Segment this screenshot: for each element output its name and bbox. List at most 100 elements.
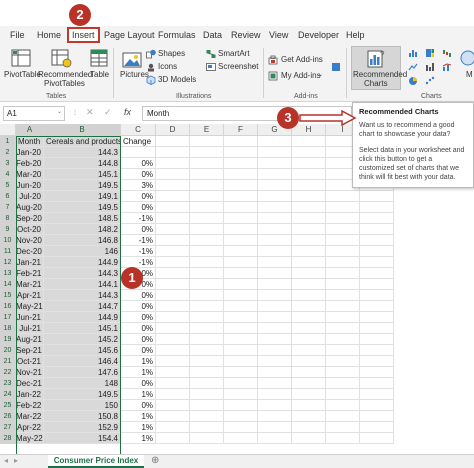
header-cell[interactable]: Month: [16, 136, 44, 147]
grid-cell[interactable]: [258, 367, 292, 378]
grid-cell[interactable]: [360, 235, 394, 246]
grid-cell[interactable]: [190, 422, 224, 433]
grid-cell[interactable]: [190, 235, 224, 246]
cpi-value-cell[interactable]: 145.1: [44, 169, 121, 180]
month-cell[interactable]: May-21: [16, 301, 44, 312]
row-header[interactable]: 22: [0, 367, 16, 378]
grid-cell[interactable]: [190, 147, 224, 158]
grid-cell[interactable]: [156, 400, 190, 411]
grid-cell[interactable]: [156, 389, 190, 400]
change-cell[interactable]: 0%: [121, 158, 156, 169]
change-cell[interactable]: 0%: [121, 224, 156, 235]
cpi-value-cell[interactable]: 145.6: [44, 345, 121, 356]
grid-cell[interactable]: [326, 367, 360, 378]
grid-cell[interactable]: [258, 389, 292, 400]
grid-cell[interactable]: [190, 411, 224, 422]
grid-cell[interactable]: [224, 301, 258, 312]
cpi-value-cell[interactable]: 154.4: [44, 433, 121, 444]
grid-cell[interactable]: [224, 400, 258, 411]
grid-cell[interactable]: [190, 213, 224, 224]
grid-cell[interactable]: [224, 312, 258, 323]
grid-cell[interactable]: [360, 257, 394, 268]
row-header[interactable]: 24: [0, 389, 16, 400]
grid-cell[interactable]: [326, 312, 360, 323]
grid-cell[interactable]: [258, 356, 292, 367]
grid-cell[interactable]: [360, 389, 394, 400]
month-cell[interactable]: Aug-21: [16, 334, 44, 345]
grid-cell[interactable]: [224, 202, 258, 213]
row-header[interactable]: 12: [0, 257, 16, 268]
recommended-charts-button[interactable]: ? Recommended Charts: [351, 46, 407, 90]
month-cell[interactable]: Mar-22: [16, 411, 44, 422]
month-cell[interactable]: Jul-20: [16, 191, 44, 202]
month-cell[interactable]: Oct-21: [16, 356, 44, 367]
grid-cell[interactable]: [360, 356, 394, 367]
row-header[interactable]: 21: [0, 356, 16, 367]
grid-cell[interactable]: [360, 323, 394, 334]
change-cell[interactable]: 0%: [121, 191, 156, 202]
grid-cell[interactable]: [190, 257, 224, 268]
grid-cell[interactable]: [190, 290, 224, 301]
select-all-corner[interactable]: [0, 124, 16, 136]
menu-insert[interactable]: Insert: [67, 27, 100, 43]
cpi-value-cell[interactable]: 147.6: [44, 367, 121, 378]
grid-cell[interactable]: [224, 147, 258, 158]
grid-cell[interactable]: [224, 224, 258, 235]
change-cell[interactable]: 1%: [121, 433, 156, 444]
grid-cell[interactable]: [292, 257, 326, 268]
cpi-value-cell[interactable]: 144.9: [44, 257, 121, 268]
grid-cell[interactable]: [326, 422, 360, 433]
grid-cell[interactable]: [326, 257, 360, 268]
column-header-b[interactable]: B: [44, 124, 121, 136]
grid-cell[interactable]: [292, 323, 326, 334]
month-cell[interactable]: Nov-21: [16, 367, 44, 378]
change-cell[interactable]: 0%: [121, 378, 156, 389]
grid-cell[interactable]: [224, 323, 258, 334]
grid-cell[interactable]: [190, 301, 224, 312]
combo-chart-icon[interactable]: [442, 62, 452, 72]
grid-cell[interactable]: [156, 180, 190, 191]
grid-cell[interactable]: [190, 180, 224, 191]
cpi-value-cell[interactable]: 149.5: [44, 389, 121, 400]
change-cell[interactable]: 3%: [121, 180, 156, 191]
insert-function-icon[interactable]: fx: [124, 107, 131, 117]
grid-cell[interactable]: [360, 422, 394, 433]
grid-cell[interactable]: [326, 290, 360, 301]
grid-cell[interactable]: [292, 213, 326, 224]
grid-cell[interactable]: [258, 246, 292, 257]
grid-cell[interactable]: [326, 301, 360, 312]
grid-cell[interactable]: [156, 147, 190, 158]
grid-cell[interactable]: [156, 422, 190, 433]
cpi-value-cell[interactable]: 149.5: [44, 180, 121, 191]
row-header[interactable]: 27: [0, 422, 16, 433]
grid-cell[interactable]: [224, 257, 258, 268]
grid-cell[interactable]: [292, 180, 326, 191]
grid-cell[interactable]: [360, 279, 394, 290]
grid-cell[interactable]: [292, 356, 326, 367]
grid-cell[interactable]: [258, 213, 292, 224]
grid-cell[interactable]: [190, 400, 224, 411]
grid-cell[interactable]: [190, 345, 224, 356]
grid-cell[interactable]: [258, 411, 292, 422]
cpi-value-cell[interactable]: 146: [44, 246, 121, 257]
grid-cell[interactable]: [326, 279, 360, 290]
grid-cell[interactable]: [258, 180, 292, 191]
grid-cell[interactable]: [190, 224, 224, 235]
waterfall-chart-icon[interactable]: [442, 48, 452, 58]
row-header[interactable]: 26: [0, 411, 16, 422]
change-cell[interactable]: -1%: [121, 246, 156, 257]
menu-review[interactable]: Review: [231, 30, 261, 40]
change-cell[interactable]: 0%: [121, 323, 156, 334]
grid-cell[interactable]: [156, 213, 190, 224]
grid-cell[interactable]: [326, 268, 360, 279]
grid-cell[interactable]: [156, 158, 190, 169]
cpi-value-cell[interactable]: 150: [44, 400, 121, 411]
grid-cell[interactable]: [292, 400, 326, 411]
row-header[interactable]: 3: [0, 158, 16, 169]
grid-cell[interactable]: [156, 411, 190, 422]
grid-cell[interactable]: [326, 334, 360, 345]
change-cell[interactable]: -1%: [121, 235, 156, 246]
change-cell[interactable]: 0%: [121, 202, 156, 213]
grid-cell[interactable]: [292, 345, 326, 356]
grid-cell[interactable]: [292, 301, 326, 312]
